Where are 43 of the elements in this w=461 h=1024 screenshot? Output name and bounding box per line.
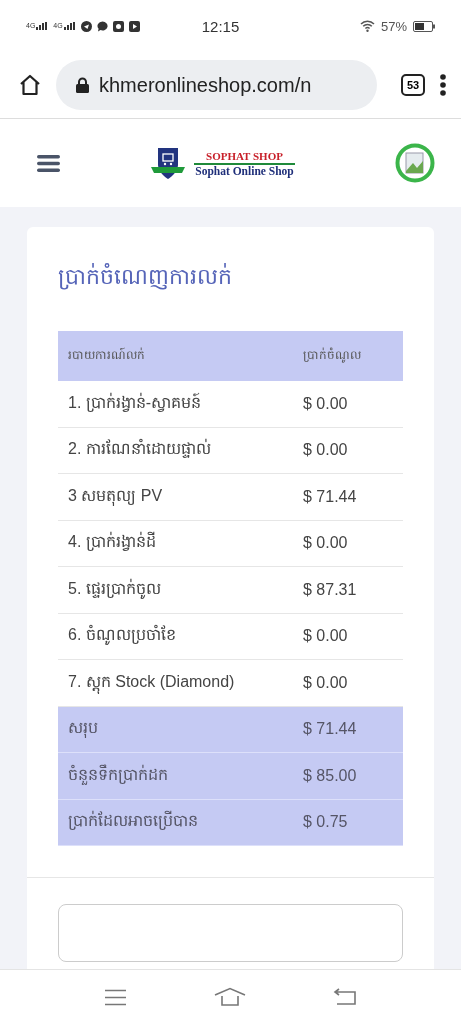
amount-cell-text: $ 87.31 bbox=[302, 580, 358, 599]
label-cell-text: 3 សមតុល្យ PV bbox=[67, 485, 164, 508]
back-icon[interactable] bbox=[333, 988, 358, 1006]
battery-percent: 57% bbox=[381, 18, 407, 34]
lock-icon bbox=[76, 77, 89, 93]
logo-subtitle: Sophat Online Shop bbox=[195, 164, 294, 177]
home-icon[interactable] bbox=[18, 73, 42, 97]
amount-cell-text: $ 0.00 bbox=[302, 534, 349, 553]
menu-icon[interactable] bbox=[37, 154, 60, 172]
url-text: khmeronlineshop.com/n bbox=[99, 73, 312, 97]
label-cell-text: សរុប bbox=[67, 718, 99, 740]
amount-cell-text: $ 0.00 bbox=[302, 441, 349, 460]
amount-cell-text: $ 85.00 bbox=[302, 766, 358, 785]
amount-cell-text: $ 71.44 bbox=[302, 720, 358, 739]
tab-count-button[interactable]: 53 bbox=[401, 74, 425, 96]
card-title: ប្រាក់ចំណេញការលក់ bbox=[57, 262, 233, 292]
label-cell-text: 2. ការណែនាំដោយផ្ទាល់ bbox=[67, 438, 212, 460]
wifi-icon bbox=[360, 20, 375, 32]
amount-cell-text: $ 0.75 bbox=[302, 813, 349, 832]
amount-cell-text: $ 0.00 bbox=[302, 673, 349, 692]
clock-time: 12:15 bbox=[200, 17, 241, 35]
label-cell-text: ចំនួនទឹកប្រាក់ដក bbox=[67, 763, 169, 787]
recent-apps-icon[interactable] bbox=[103, 988, 127, 1006]
chat-bubble-icon bbox=[96, 20, 108, 32]
amount-cell-text: $ 71.44 bbox=[302, 487, 358, 506]
label-cell: 7. ស្តុក Stock (Diamond) bbox=[58, 670, 293, 695]
label-cell-text: 1. ប្រាក់រង្វាន់-ស្វាគមន៍ bbox=[67, 391, 203, 414]
more-menu-icon[interactable] bbox=[439, 73, 447, 97]
column-header: ប្រាក់ចំណូល bbox=[302, 347, 362, 365]
play-icon bbox=[128, 20, 140, 32]
battery-icon bbox=[413, 20, 435, 32]
amount-cell-text: $ 0.00 bbox=[302, 394, 349, 413]
input-field[interactable] bbox=[58, 904, 403, 962]
label-cell-text: 5. ផ្ទេរប្រាក់ចូល bbox=[67, 577, 162, 601]
shield-cart-logo-icon bbox=[150, 145, 187, 181]
logo-title: SOPHAT SHOP bbox=[194, 149, 295, 165]
label-cell-text: 4. ប្រាក់រង្វាន់ដី bbox=[67, 531, 157, 553]
label-cell-text: 6. ចំណូលប្រចាំខែ bbox=[67, 624, 177, 647]
column-header: របាយការណ៍លក់ bbox=[67, 347, 146, 364]
address-bar[interactable]: khmeronlineshop.com/n bbox=[56, 60, 377, 110]
amount-cell-text: $ 0.00 bbox=[302, 627, 349, 646]
paper-plane-icon bbox=[80, 20, 92, 32]
label-cell-text: ប្រាក់ដែលអាចប្រើបាន bbox=[67, 810, 199, 832]
